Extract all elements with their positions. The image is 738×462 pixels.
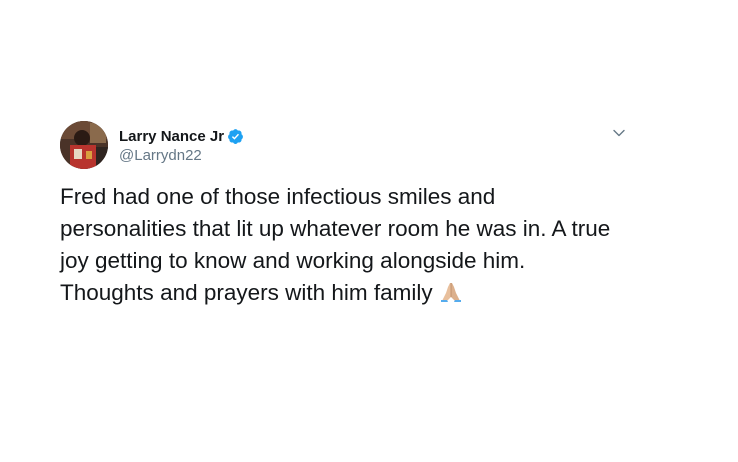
avatar[interactable] [60, 121, 108, 169]
folded-hands-emoji [439, 279, 463, 303]
tweet-text: Fred had one of those infectious smiles … [60, 181, 660, 309]
tweet-body: Fred had one of those infectious smiles … [60, 184, 611, 305]
name-row: Larry Nance Jr [119, 126, 244, 146]
verified-badge-icon [227, 128, 244, 145]
author-block: Larry Nance Jr @Larrydn22 [119, 126, 244, 164]
handle[interactable]: @Larrydn22 [119, 147, 244, 164]
display-name[interactable]: Larry Nance Jr [119, 128, 224, 145]
chevron-down-icon[interactable] [612, 126, 626, 140]
